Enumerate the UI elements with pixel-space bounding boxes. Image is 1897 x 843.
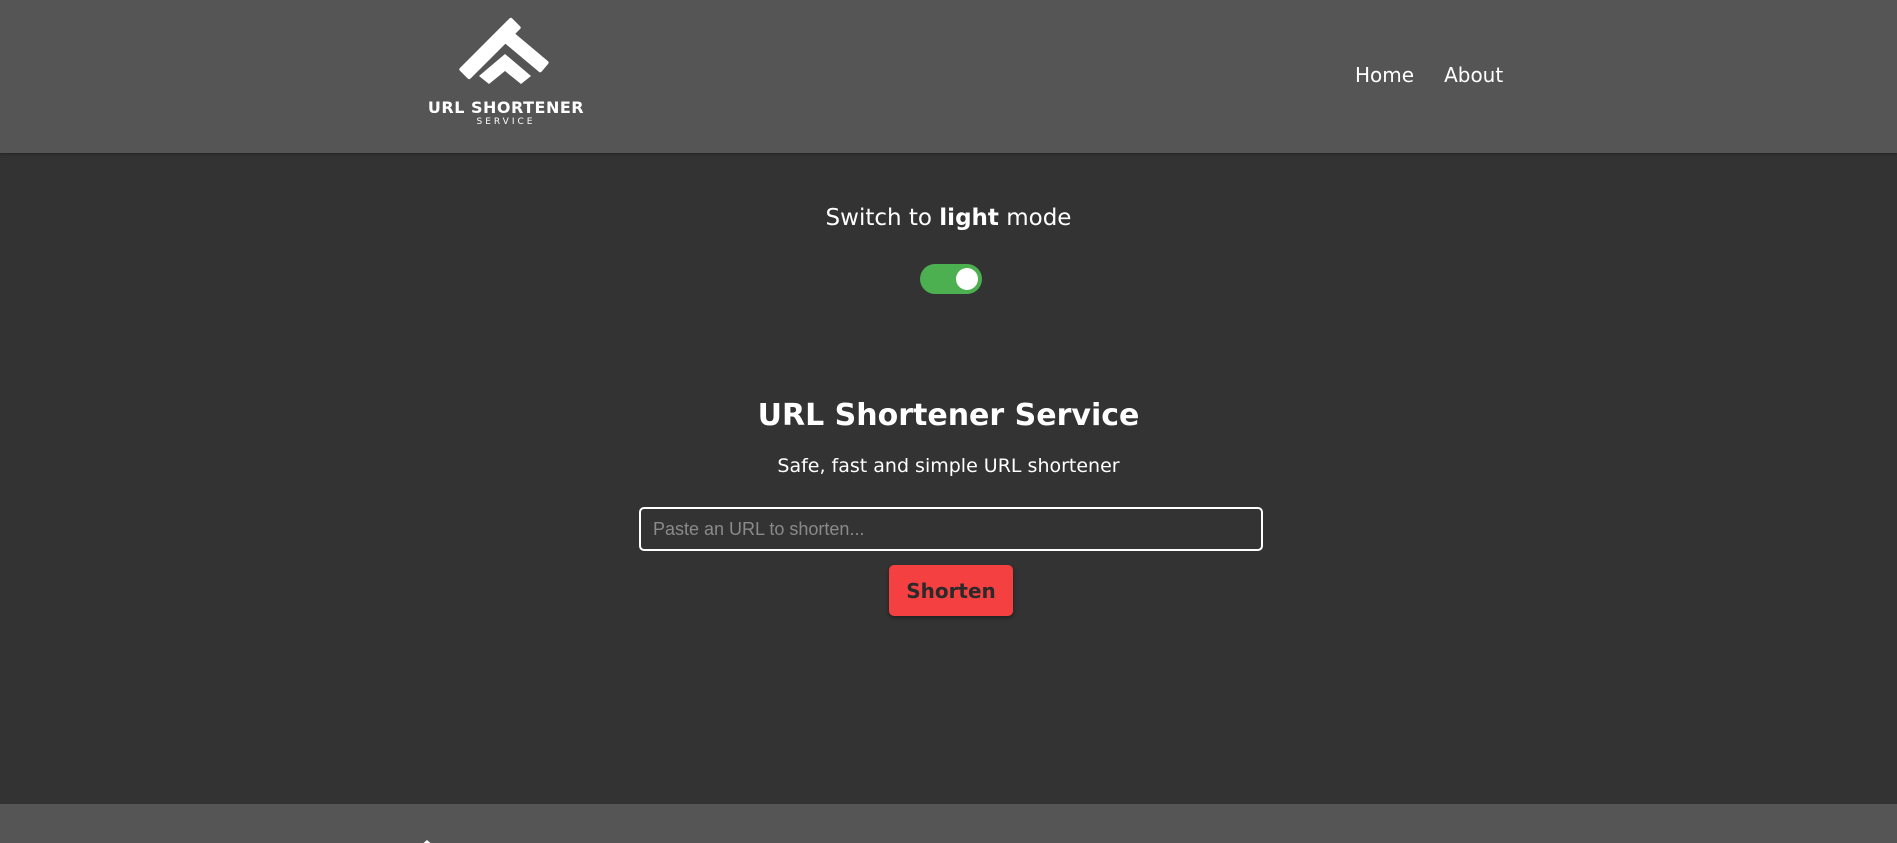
- site-footer: [0, 804, 1897, 843]
- nav-home-link[interactable]: Home: [1355, 63, 1414, 87]
- nav-about-link[interactable]: About: [1444, 63, 1503, 87]
- shorten-button[interactable]: Shorten: [889, 565, 1013, 616]
- logo-title: URL SHORTENER: [427, 98, 585, 117]
- logo-chevron-icon: [459, 17, 549, 84]
- theme-switch-mode: light: [939, 205, 999, 231]
- theme-switch-prefix: Switch to: [825, 205, 940, 231]
- footer-logo-icon: [423, 840, 431, 843]
- main-nav: Home About: [1355, 63, 1503, 87]
- theme-switch-label: Switch to light mode: [0, 205, 1897, 231]
- site-logo[interactable]: URL SHORTENER SERVICE: [426, 14, 586, 130]
- theme-switch-suffix: mode: [998, 205, 1072, 231]
- url-input[interactable]: [639, 507, 1263, 551]
- theme-toggle[interactable]: [920, 264, 982, 294]
- logo-subtitle: SERVICE: [476, 117, 536, 127]
- page-subtitle: Safe, fast and simple URL shortener: [777, 455, 1120, 477]
- theme-toggle-knob: [956, 268, 978, 290]
- site-header: URL SHORTENER SERVICE Home About: [0, 0, 1897, 153]
- page-title: URL Shortener Service: [757, 398, 1140, 433]
